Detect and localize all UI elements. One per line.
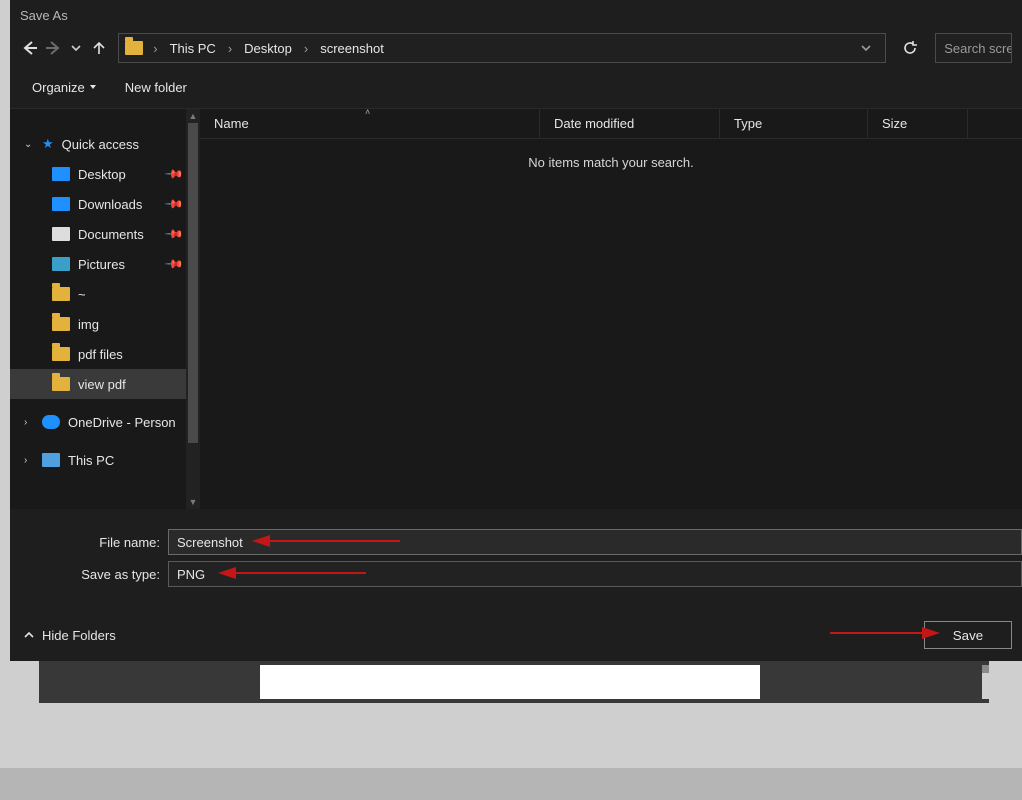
search-placeholder: Search screen bbox=[944, 41, 1012, 56]
this-pc-label: This PC bbox=[68, 453, 114, 468]
file-name-label: File name: bbox=[10, 535, 168, 550]
chevron-right-icon: › bbox=[24, 455, 34, 466]
address-bar[interactable]: › This PC › Desktop › screenshot bbox=[118, 33, 886, 63]
chevron-right-icon: › bbox=[147, 41, 163, 56]
desktop-icon bbox=[52, 167, 70, 181]
column-label: Name bbox=[214, 116, 249, 131]
sidebar-item-downloads[interactable]: Downloads 📌 bbox=[10, 189, 186, 219]
quick-access-label: Quick access bbox=[62, 137, 139, 152]
sidebar-item-home[interactable]: ~ bbox=[10, 279, 186, 309]
empty-list-message: No items match your search. bbox=[200, 155, 1022, 170]
address-dropdown-button[interactable] bbox=[853, 43, 879, 53]
save-type-select[interactable]: PNG bbox=[168, 561, 1022, 587]
onedrive-label: OneDrive - Person bbox=[68, 415, 176, 430]
pin-icon: 📌 bbox=[164, 194, 184, 214]
column-header-size[interactable]: Size bbox=[868, 109, 968, 138]
actions-row: Hide Folders Save bbox=[10, 609, 1022, 661]
nav-row: › This PC › Desktop › screenshot Search … bbox=[10, 30, 1022, 66]
toolbar: Organize New folder bbox=[10, 66, 1022, 108]
bg-document-area bbox=[260, 665, 760, 699]
scroll-up-icon[interactable]: ▲ bbox=[186, 109, 200, 123]
sidebar-item-label: Pictures bbox=[78, 257, 125, 272]
column-label: Type bbox=[734, 116, 762, 131]
file-name-row: File name: bbox=[10, 527, 1022, 557]
chevron-right-icon: › bbox=[222, 41, 238, 56]
sort-indicator-icon: ˄ bbox=[365, 107, 370, 117]
sidebar-item-pdf-files[interactable]: pdf files bbox=[10, 339, 186, 369]
sidebar-this-pc[interactable]: › This PC bbox=[10, 445, 186, 475]
sidebar-item-view-pdf[interactable]: view pdf bbox=[10, 369, 186, 399]
folder-icon bbox=[52, 287, 70, 301]
chevron-down-icon: ⌄ bbox=[24, 139, 34, 150]
sidebar-onedrive[interactable]: › OneDrive - Person bbox=[10, 407, 186, 437]
sidebar-quick-access[interactable]: ⌄ ★ Quick access bbox=[10, 129, 186, 159]
sidebar-scrollbar[interactable]: ▲ ▼ bbox=[186, 109, 200, 509]
sidebar-item-label: pdf files bbox=[78, 347, 123, 362]
column-label: Size bbox=[882, 116, 907, 131]
recent-locations-button[interactable] bbox=[66, 36, 85, 60]
save-type-value: PNG bbox=[177, 567, 205, 582]
chevron-right-icon: › bbox=[24, 417, 34, 428]
sidebar-scrollbar-thumb[interactable] bbox=[188, 123, 198, 443]
column-header-date[interactable]: Date modified bbox=[540, 109, 720, 138]
pictures-icon bbox=[52, 257, 70, 271]
star-icon: ★ bbox=[42, 136, 54, 152]
column-label: Date modified bbox=[554, 116, 634, 131]
search-input[interactable]: Search screen bbox=[935, 33, 1012, 63]
save-as-dialog: Save As › This PC › Desktop › screenshot bbox=[10, 0, 1022, 661]
breadcrumb-this-pc[interactable]: This PC bbox=[168, 41, 218, 56]
bottom-pane: File name: Save as type: PNG Hide Folder… bbox=[10, 509, 1022, 661]
save-type-label: Save as type: bbox=[10, 567, 168, 582]
dialog-title-bar: Save As bbox=[10, 0, 1022, 30]
save-type-row: Save as type: PNG bbox=[10, 559, 1022, 589]
column-header-type[interactable]: Type bbox=[720, 109, 868, 138]
sidebar-item-label: Documents bbox=[78, 227, 144, 242]
up-button[interactable] bbox=[89, 36, 108, 60]
column-headers: ˄ Name Date modified Type Size bbox=[200, 109, 1022, 139]
main-area: ⌄ ★ Quick access Desktop 📌 Downloads 📌 D bbox=[10, 108, 1022, 509]
save-button[interactable]: Save bbox=[924, 621, 1012, 649]
folder-icon bbox=[52, 377, 70, 391]
sidebar-item-pictures[interactable]: Pictures 📌 bbox=[10, 249, 186, 279]
sidebar-item-label: Downloads bbox=[78, 197, 142, 212]
organize-button[interactable]: Organize bbox=[32, 80, 97, 95]
downloads-icon bbox=[52, 197, 70, 211]
sidebar-item-documents[interactable]: Documents 📌 bbox=[10, 219, 186, 249]
sidebar-item-label: ~ bbox=[78, 287, 86, 302]
chevron-up-icon bbox=[24, 630, 34, 640]
pin-icon: 📌 bbox=[164, 224, 184, 244]
back-button[interactable] bbox=[20, 36, 39, 60]
bg-scrollbar-thumb[interactable] bbox=[982, 665, 989, 673]
pin-icon: 📌 bbox=[164, 164, 184, 184]
new-folder-button[interactable]: New folder bbox=[125, 80, 187, 95]
breadcrumb-screenshot[interactable]: screenshot bbox=[318, 41, 386, 56]
pin-icon: 📌 bbox=[164, 254, 184, 274]
hide-folders-button[interactable]: Hide Folders bbox=[24, 628, 116, 643]
forward-button[interactable] bbox=[43, 36, 62, 60]
scroll-down-icon[interactable]: ▼ bbox=[186, 495, 200, 509]
refresh-button[interactable] bbox=[896, 33, 923, 63]
chevron-right-icon: › bbox=[298, 41, 314, 56]
file-list-pane: ˄ Name Date modified Type Size No items … bbox=[200, 109, 1022, 509]
folder-icon bbox=[52, 317, 70, 331]
sidebar-item-img[interactable]: img bbox=[10, 309, 186, 339]
folder-icon bbox=[52, 347, 70, 361]
cloud-icon bbox=[42, 415, 60, 429]
organize-label: Organize bbox=[32, 80, 85, 95]
hide-folders-label: Hide Folders bbox=[42, 628, 116, 643]
documents-icon bbox=[52, 227, 70, 241]
bg-bottom-strip bbox=[0, 768, 1022, 800]
caret-down-icon bbox=[89, 83, 97, 91]
sidebar-item-label: img bbox=[78, 317, 99, 332]
breadcrumb-desktop[interactable]: Desktop bbox=[242, 41, 294, 56]
folder-icon bbox=[125, 41, 143, 55]
sidebar-item-label: Desktop bbox=[78, 167, 126, 182]
sidebar: ⌄ ★ Quick access Desktop 📌 Downloads 📌 D bbox=[10, 109, 200, 509]
sidebar-item-label: view pdf bbox=[78, 377, 126, 392]
file-name-input[interactable] bbox=[168, 529, 1022, 555]
sidebar-item-desktop[interactable]: Desktop 📌 bbox=[10, 159, 186, 189]
pc-icon bbox=[42, 453, 60, 467]
nav-tree: ⌄ ★ Quick access Desktop 📌 Downloads 📌 D bbox=[10, 129, 186, 475]
dialog-title: Save As bbox=[20, 8, 68, 23]
